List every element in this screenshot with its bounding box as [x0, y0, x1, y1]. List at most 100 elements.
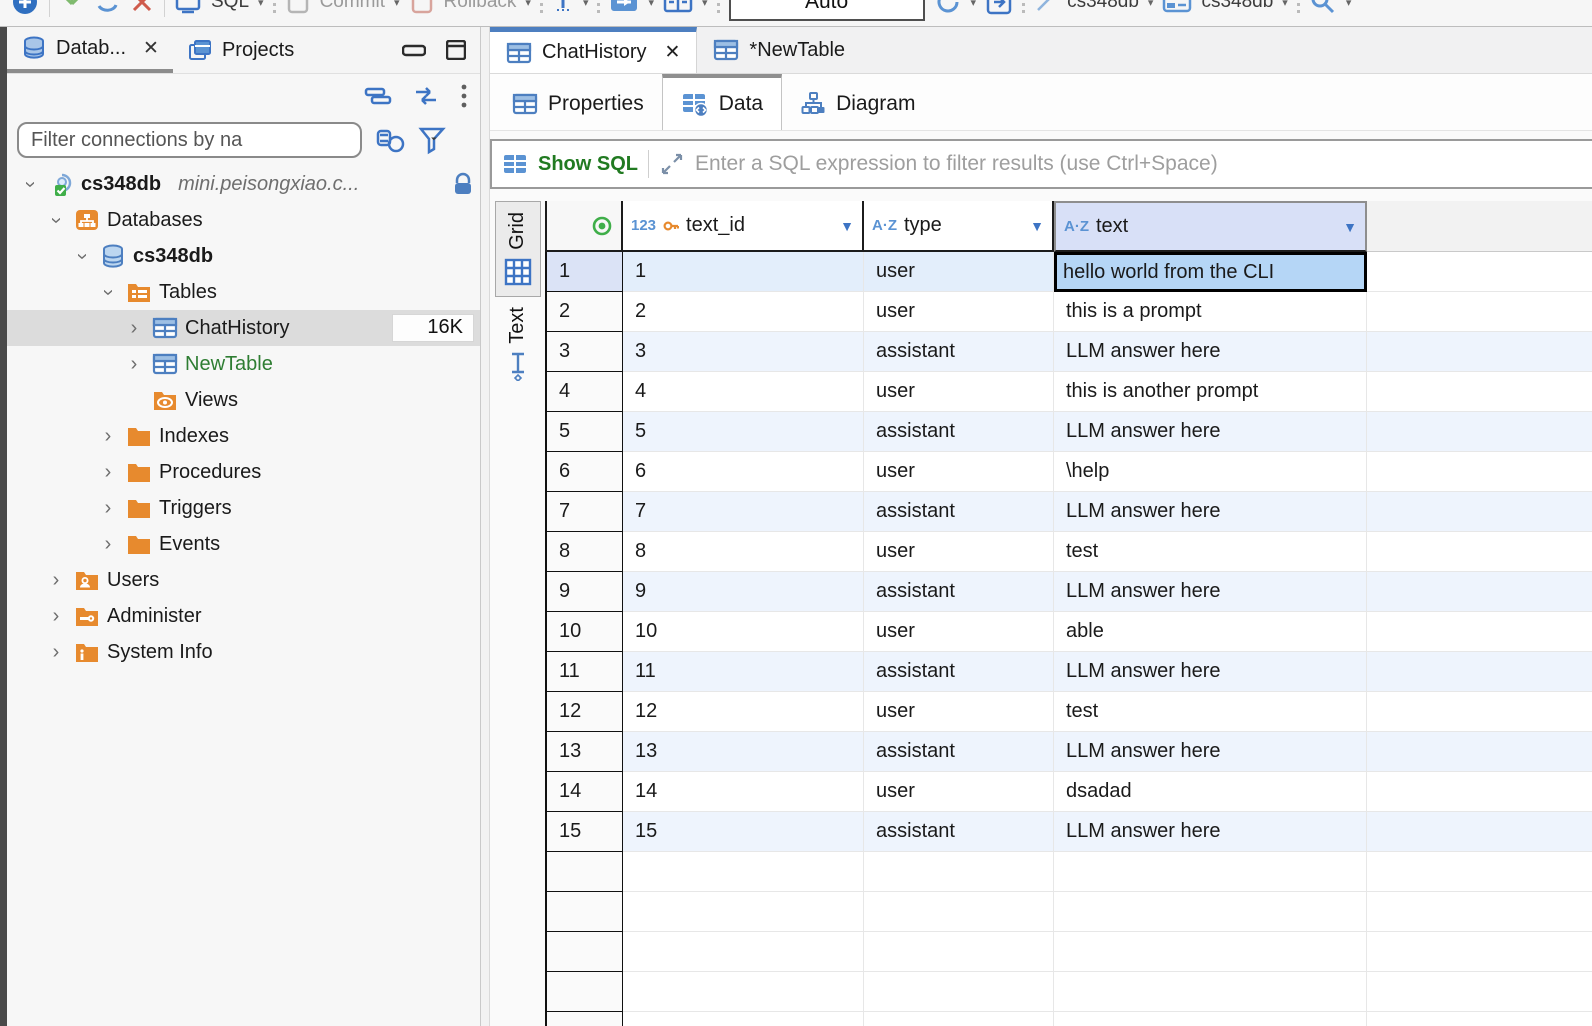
commit-mode-select[interactable]: Auto [729, 0, 925, 21]
row-number[interactable]: 14 [545, 772, 623, 812]
cell-text-id[interactable]: 1 [623, 252, 864, 292]
cell-type[interactable]: user [864, 252, 1054, 292]
tree-item-database-cs348db[interactable]: › cs348db [7, 238, 480, 274]
chevron-right-icon[interactable]: › [97, 497, 119, 520]
row-number[interactable]: 5 [545, 412, 623, 452]
column-dropdown-icon[interactable]: ▼ [1030, 218, 1044, 234]
chevron-right-icon[interactable]: › [45, 569, 67, 592]
empty-row[interactable] [545, 892, 1592, 932]
row-number[interactable]: 1 [545, 252, 623, 292]
chevron-right-icon[interactable]: › [123, 353, 145, 376]
cell-type[interactable]: user [864, 292, 1054, 332]
tree-item-tables[interactable]: › Tables [7, 274, 480, 310]
cell-text[interactable]: this is another prompt [1054, 372, 1367, 412]
cell-text-id[interactable]: 12 [623, 692, 864, 732]
chevron-right-icon[interactable]: › [45, 641, 67, 664]
tree-item-databases[interactable]: › Databases [7, 202, 480, 238]
cell-text[interactable]: \help [1054, 452, 1367, 492]
connection-filter-input[interactable] [17, 122, 362, 158]
reconnect-icon[interactable] [94, 0, 120, 15]
tree-item-newtable[interactable]: › NewTable [7, 346, 480, 382]
cell-text[interactable]: LLM answer here [1054, 492, 1367, 532]
view-menu-icon[interactable] [460, 83, 468, 109]
tab-projects[interactable]: Projects [173, 27, 308, 73]
chevron-right-icon[interactable]: › [97, 533, 119, 556]
tree-item-indexes[interactable]: › Indexes [7, 418, 480, 454]
tree-item-triggers[interactable]: › Triggers [7, 490, 480, 526]
schema-compare-icon[interactable] [609, 0, 639, 14]
cell-type[interactable]: user [864, 532, 1054, 572]
tree-item-procedures[interactable]: › Procedures [7, 454, 480, 490]
cell-text-id[interactable]: 7 [623, 492, 864, 532]
cell-type[interactable]: assistant [864, 412, 1054, 452]
row-number[interactable]: 13 [545, 732, 623, 772]
cell-text-id[interactable]: 2 [623, 292, 864, 332]
chevron-down-icon[interactable]: › [97, 281, 120, 303]
tab-chathistory[interactable]: ChatHistory ✕ [490, 27, 697, 73]
cell-type[interactable]: assistant [864, 812, 1054, 852]
database-picker-icon[interactable] [1162, 0, 1192, 14]
refresh-icon[interactable] [934, 0, 962, 16]
cell-type[interactable]: user [864, 692, 1054, 732]
empty-row[interactable] [545, 972, 1592, 1012]
collapse-all-icon[interactable] [364, 87, 392, 105]
cell-type[interactable]: user [864, 772, 1054, 812]
sql-editor-icon[interactable] [174, 0, 202, 16]
row-number[interactable]: 15 [545, 812, 623, 852]
tab-newtable[interactable]: *NewTable [697, 27, 861, 73]
collapsed-side-rail[interactable] [0, 27, 7, 1026]
view-tab-grid[interactable]: Grid [495, 201, 541, 297]
row-number[interactable]: 8 [545, 532, 623, 572]
close-icon[interactable]: ✕ [143, 37, 159, 60]
expand-filter-icon[interactable] [659, 151, 685, 177]
chevron-down-icon[interactable]: › [19, 173, 42, 195]
connection-picker-label[interactable]: cs348db [1067, 0, 1139, 13]
database-picker-label[interactable]: cs348db [1201, 0, 1273, 13]
search-icon[interactable] [1309, 0, 1337, 16]
view-tab-text[interactable]: Text [495, 297, 541, 392]
close-icon[interactable]: ✕ [664, 41, 680, 64]
cell-text[interactable]: LLM answer here [1054, 652, 1367, 692]
cell-text-id[interactable]: 3 [623, 332, 864, 372]
column-header-type[interactable]: A·Z type ▼ [864, 201, 1054, 252]
tree-item-events[interactable]: › Events [7, 526, 480, 562]
chevron-right-icon[interactable]: › [97, 461, 119, 484]
cell-text[interactable]: this is a prompt [1054, 292, 1367, 332]
cell-text-id[interactable]: 14 [623, 772, 864, 812]
row-number[interactable]: 9 [545, 572, 623, 612]
cell-text[interactable]: LLM answer here [1054, 332, 1367, 372]
cell-type[interactable]: assistant [864, 492, 1054, 532]
chevron-down-icon[interactable]: › [71, 245, 94, 267]
cell-text-id[interactable]: 8 [623, 532, 864, 572]
cell-text[interactable]: LLM answer here [1054, 412, 1367, 452]
empty-row[interactable] [545, 1012, 1592, 1026]
cell-type[interactable]: user [864, 372, 1054, 412]
cell-type[interactable]: user [864, 612, 1054, 652]
maximize-icon[interactable] [446, 40, 466, 60]
row-number[interactable]: 6 [545, 452, 623, 492]
cell-type[interactable]: assistant [864, 332, 1054, 372]
new-connection-icon[interactable] [10, 0, 40, 17]
cell-type[interactable]: assistant [864, 732, 1054, 772]
tree-item-connection-cs348db[interactable]: › cs348db mini.peisongxiao.c... [7, 166, 480, 202]
split-view-icon[interactable] [663, 0, 693, 14]
disconnect-icon[interactable] [129, 0, 155, 15]
sql-dropdown-caret[interactable]: ▾ [258, 0, 264, 9]
tree-item-administer[interactable]: › Administer [7, 598, 480, 634]
row-number[interactable]: 12 [545, 692, 623, 732]
row-number[interactable]: 3 [545, 332, 623, 372]
cell-text-id[interactable]: 13 [623, 732, 864, 772]
column-header-text-id[interactable]: 123 text_id ▼ [623, 201, 864, 252]
chevron-down-icon[interactable]: › [45, 209, 68, 231]
row-number[interactable]: 11 [545, 652, 623, 692]
subtab-data[interactable]: Data [662, 74, 782, 130]
cell-text-id[interactable]: 4 [623, 372, 864, 412]
cell-text[interactable]: test [1054, 692, 1367, 732]
panel-splitter[interactable] [481, 27, 490, 1026]
cell-type[interactable]: assistant [864, 572, 1054, 612]
minimize-icon[interactable] [402, 42, 426, 58]
subtab-properties[interactable]: Properties [494, 78, 662, 130]
cell-text[interactable]: dsadad [1054, 772, 1367, 812]
transaction-log-icon[interactable] [552, 0, 574, 15]
tree-item-users[interactable]: › Users [7, 562, 480, 598]
